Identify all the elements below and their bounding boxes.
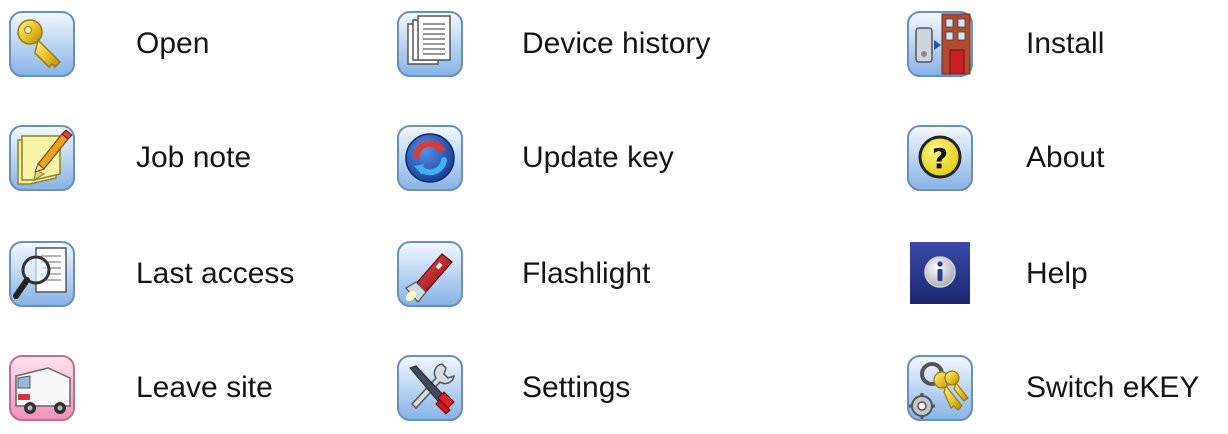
install-icon xyxy=(906,10,974,78)
menu-item-open[interactable]: Open xyxy=(8,8,209,80)
documents-icon xyxy=(396,10,464,78)
menu-item-install[interactable]: Install xyxy=(906,8,1104,80)
menu-grid: Open Device history Install Job note Upd… xyxy=(0,0,1228,434)
van-icon xyxy=(8,354,76,422)
menu-item-label: Last access xyxy=(136,257,295,290)
menu-item-label: Install xyxy=(1026,27,1105,60)
menu-item-label: Device history xyxy=(522,27,711,60)
menu-item-flashlight[interactable]: Flashlight xyxy=(396,238,650,310)
tools-icon xyxy=(396,354,464,422)
menu-item-label: Leave site xyxy=(136,371,273,404)
menu-item-label: Settings xyxy=(522,371,631,404)
menu-item-label: Update key xyxy=(522,141,674,174)
menu-item-label: Open xyxy=(136,27,210,60)
menu-item-about[interactable]: ? About xyxy=(906,122,1104,194)
menu-item-label: Switch eKEY xyxy=(1026,371,1200,404)
menu-item-label: Job note xyxy=(136,141,252,174)
menu-item-leave-site[interactable]: Leave site xyxy=(8,352,273,424)
menu-item-label: Help xyxy=(1026,257,1088,290)
question-icon: ? xyxy=(906,124,974,192)
menu-item-label: Flashlight xyxy=(522,257,651,290)
info-icon xyxy=(906,240,974,308)
flashlight-icon xyxy=(396,240,464,308)
menu-item-job-note[interactable]: Job note xyxy=(8,122,251,194)
key-icon xyxy=(8,10,76,78)
menu-item-label: About xyxy=(1026,141,1105,174)
menu-item-update-key[interactable]: Update key xyxy=(396,122,674,194)
menu-item-device-history[interactable]: Device history xyxy=(396,8,710,80)
keys-gear-icon xyxy=(906,354,974,422)
sync-icon xyxy=(396,124,464,192)
menu-item-switch-ekey[interactable]: Switch eKEY xyxy=(906,352,1199,424)
magnifier-document-icon xyxy=(8,240,76,308)
menu-item-help[interactable]: Help xyxy=(906,238,1088,310)
menu-item-settings[interactable]: Settings xyxy=(396,352,630,424)
note-pencil-icon xyxy=(8,124,76,192)
svg-text:?: ? xyxy=(932,142,948,175)
menu-item-last-access[interactable]: Last access xyxy=(8,238,294,310)
